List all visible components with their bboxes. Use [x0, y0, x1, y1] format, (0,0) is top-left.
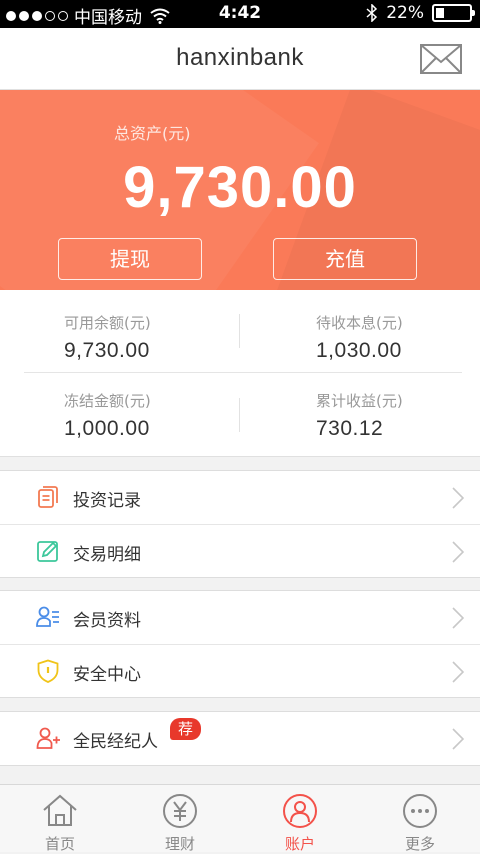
- menu-group-referral: 全民经纪人 荐: [0, 711, 480, 766]
- menu-item-label: 安全中心: [73, 665, 141, 685]
- tab-account[interactable]: 账户: [240, 785, 360, 853]
- stat-label: 累计收益(元): [316, 392, 403, 410]
- tab-finance[interactable]: 理财: [120, 785, 240, 853]
- home-icon: [43, 794, 77, 826]
- tab-label: 首页: [44, 835, 75, 853]
- menu-item-member-profile[interactable]: 会员资料: [0, 591, 480, 644]
- more-icon: [403, 794, 437, 828]
- menu-item-label: 会员资料: [73, 611, 141, 631]
- recharge-button[interactable]: 充值: [273, 238, 417, 280]
- status-bar: 中国移动 4:42 22%: [0, 0, 480, 28]
- yuan-icon: [163, 794, 197, 828]
- chevron-right-icon: [452, 661, 464, 683]
- bluetooth-icon: [366, 4, 378, 22]
- cumulative-earnings: 累计收益(元) 730.12: [316, 390, 480, 441]
- shield-icon: [37, 659, 59, 683]
- menu-group-records: 投资记录 交易明细: [0, 470, 480, 578]
- stat-label: 待收本息(元): [316, 314, 403, 332]
- stat-label: 可用余额(元): [64, 314, 151, 332]
- nav-bar: hanxinbank: [0, 28, 480, 90]
- available-balance: 可用余额(元) 9,730.00: [64, 312, 304, 363]
- divider: [239, 314, 240, 348]
- battery-percent: 22%: [386, 3, 424, 23]
- divider: [239, 398, 240, 432]
- user-card-icon: [36, 606, 59, 627]
- frozen-amount: 冻结金额(元) 1,000.00: [64, 390, 304, 441]
- menu-item-label: 投资记录: [73, 491, 141, 511]
- page-title: hanxinbank: [176, 44, 304, 71]
- tab-label: 账户: [284, 835, 315, 853]
- tab-label: 更多: [404, 835, 435, 853]
- menu-item-investment-records[interactable]: 投资记录: [0, 471, 480, 524]
- tab-more[interactable]: 更多: [360, 785, 480, 853]
- menu-group-account: 会员资料 安全中心: [0, 590, 480, 698]
- chevron-right-icon: [452, 607, 464, 629]
- tab-label: 理财: [164, 835, 195, 853]
- tab-home[interactable]: 首页: [0, 785, 120, 853]
- account-icon: [283, 794, 317, 828]
- document-icon: [38, 486, 58, 508]
- stat-label: 冻结金额(元): [64, 392, 151, 410]
- edit-icon: [37, 541, 58, 562]
- divider: [24, 372, 462, 373]
- chevron-right-icon: [452, 541, 464, 563]
- recommend-badge: 荐: [170, 718, 202, 740]
- signal-strength-icon: [6, 10, 68, 21]
- battery-icon: [432, 4, 475, 22]
- withdraw-button[interactable]: 提现: [58, 238, 202, 280]
- add-user-icon: [36, 727, 60, 749]
- menu-item-label: 交易明细: [73, 545, 141, 565]
- menu-item-referral-agent[interactable]: 全民经纪人 荐: [0, 712, 480, 765]
- menu-item-label: 全民经纪人: [73, 732, 158, 752]
- balance-summary: 可用余额(元) 9,730.00 待收本息(元) 1,030.00 冻结金额(元…: [0, 290, 480, 457]
- total-assets-panel: 总资产(元) 9,730.00 提现 充值: [0, 90, 480, 290]
- chevron-right-icon: [452, 487, 464, 509]
- stat-value: 9,730.00: [64, 339, 150, 362]
- pending-principal-interest: 待收本息(元) 1,030.00: [316, 312, 480, 363]
- stat-value: 1,000.00: [64, 417, 150, 440]
- total-assets-label: 总资产(元): [114, 124, 191, 143]
- chevron-right-icon: [452, 728, 464, 750]
- carrier-name: 中国移动: [74, 8, 142, 28]
- mail-icon[interactable]: [420, 44, 462, 74]
- menu-item-transaction-details[interactable]: 交易明细: [0, 524, 480, 577]
- stat-value: 730.12: [316, 417, 384, 440]
- tab-bar: 首页 理财 账户 更多: [0, 784, 480, 853]
- wifi-icon: [150, 8, 170, 24]
- menu-item-security-center[interactable]: 安全中心: [0, 644, 480, 697]
- stat-value: 1,030.00: [316, 339, 402, 362]
- total-assets-amount: 9,730.00: [123, 155, 357, 220]
